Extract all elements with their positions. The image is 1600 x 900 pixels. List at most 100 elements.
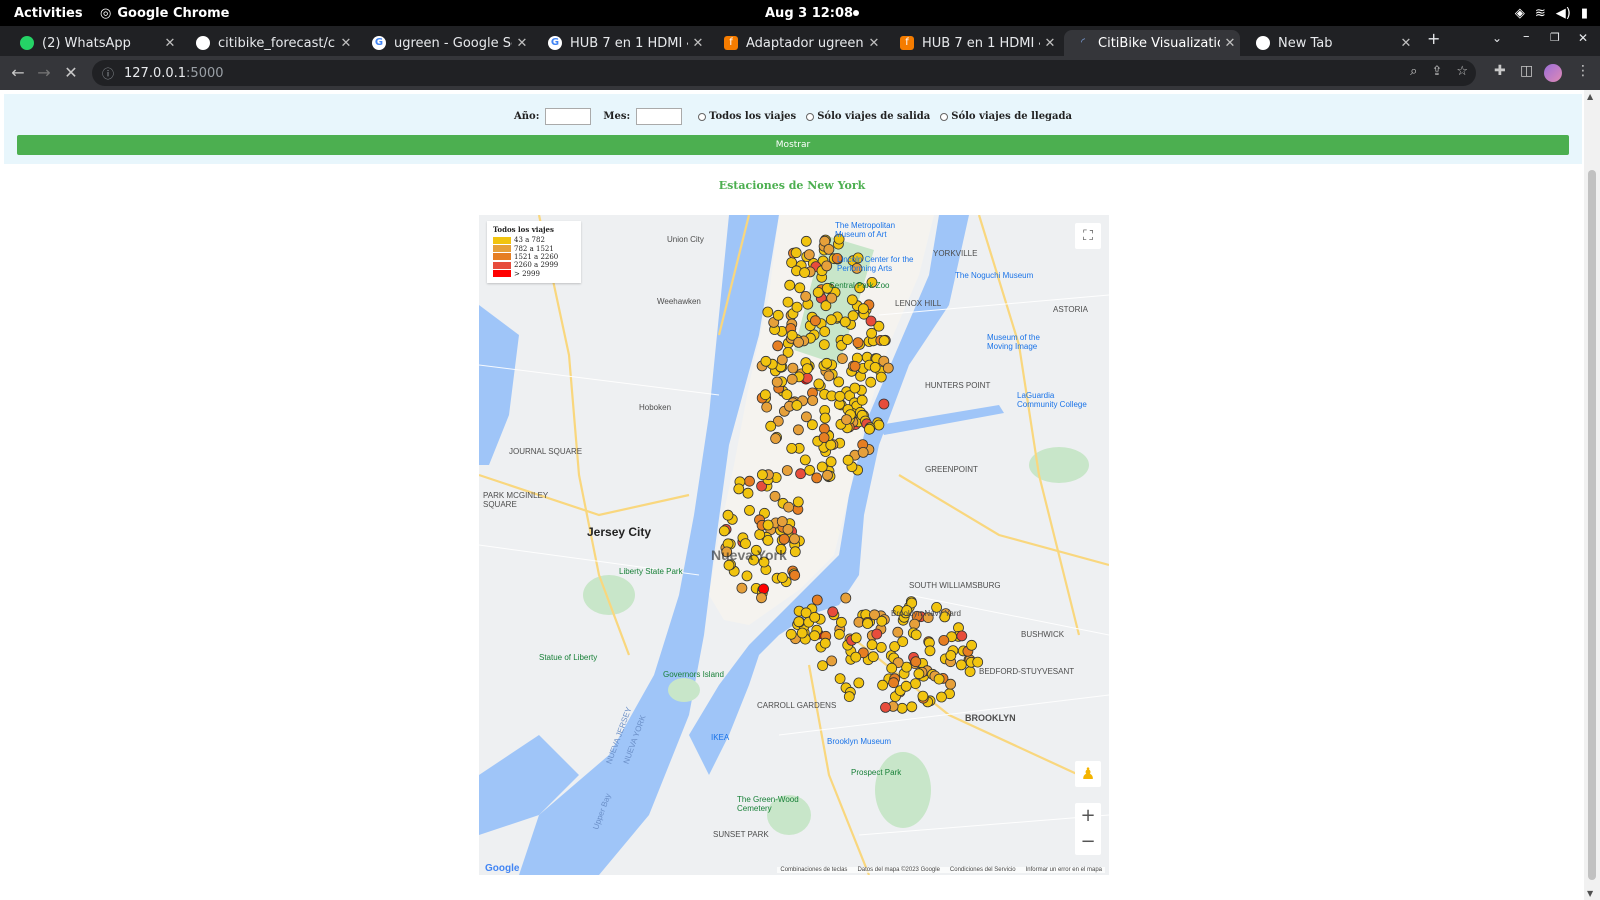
scroll-down-icon[interactable]: ▼: [1587, 889, 1593, 898]
station-marker[interactable]: [866, 639, 878, 651]
station-marker[interactable]: [836, 353, 848, 365]
station-marker[interactable]: [790, 247, 802, 259]
station-marker[interactable]: [956, 630, 968, 642]
station-marker[interactable]: [867, 651, 879, 663]
clock[interactable]: Aug 3 12:08: [765, 6, 853, 21]
station-marker[interactable]: [910, 678, 921, 690]
forward-icon[interactable]: →: [34, 63, 54, 82]
fullscreen-icon[interactable]: ⛶: [1075, 223, 1101, 249]
back-icon[interactable]: ←: [8, 63, 28, 82]
station-marker[interactable]: [800, 291, 812, 302]
station-marker[interactable]: [785, 628, 797, 640]
tab-citibike-visualization[interactable]: ◜ CitiBike Visualization ✕: [1064, 30, 1240, 56]
station-marker[interactable]: [813, 378, 825, 390]
station-marker[interactable]: [852, 337, 864, 348]
station-marker[interactable]: [834, 673, 846, 685]
station-marker[interactable]: [857, 303, 869, 315]
station-marker[interactable]: [809, 630, 821, 642]
tab-whatsapp[interactable]: (2) WhatsApp ✕: [8, 30, 180, 56]
station-marker[interactable]: [862, 618, 874, 629]
site-info-icon[interactable]: ⓘ: [102, 65, 114, 82]
station-marker[interactable]: [801, 363, 813, 375]
station-marker[interactable]: [865, 315, 877, 327]
station-marker[interactable]: [803, 249, 815, 260]
station-marker[interactable]: [794, 282, 806, 294]
station-marker[interactable]: [833, 376, 845, 388]
radio-button[interactable]: [940, 112, 949, 121]
station-marker[interactable]: [782, 296, 794, 308]
station-marker[interactable]: [744, 475, 755, 487]
report-error-link[interactable]: Informar un error en el mapa: [1026, 867, 1102, 873]
address-bar[interactable]: ⓘ 127.0.0.1:5000 ⌕ ⇪ ☆: [92, 60, 1476, 86]
station-marker[interactable]: [776, 572, 788, 583]
station-marker[interactable]: [776, 354, 788, 366]
station-marker[interactable]: [772, 340, 784, 352]
station-marker[interactable]: [871, 628, 883, 640]
radio-incoming-trips[interactable]: Sólo viajes de llegada: [940, 111, 1072, 122]
station-marker[interactable]: [945, 650, 957, 661]
station-marker[interactable]: [817, 660, 829, 672]
station-marker[interactable]: [826, 292, 838, 304]
station-marker[interactable]: [761, 401, 773, 413]
station-marker[interactable]: [892, 626, 904, 638]
station-marker[interactable]: [843, 691, 855, 703]
close-window-icon[interactable]: ✕: [1578, 31, 1588, 45]
station-marker[interactable]: [818, 432, 830, 444]
close-tab-icon[interactable]: ✕: [160, 36, 180, 51]
station-marker[interactable]: [758, 583, 770, 595]
station-marker[interactable]: [796, 627, 808, 639]
show-button[interactable]: Mostrar: [17, 135, 1569, 155]
tab-google-search[interactable]: G ugreen - Google Sear ✕: [360, 30, 532, 56]
station-marker[interactable]: [809, 315, 821, 327]
station-marker[interactable]: [945, 678, 957, 690]
station-marker[interactable]: [762, 306, 774, 318]
station-marker[interactable]: [917, 690, 929, 702]
app-menu[interactable]: ◎ Google Chrome: [100, 6, 229, 21]
station-marker[interactable]: [744, 504, 755, 516]
station-marker[interactable]: [897, 636, 909, 648]
station-marker[interactable]: [762, 519, 774, 531]
station-marker[interactable]: [878, 398, 890, 410]
station-marker[interactable]: [812, 287, 824, 298]
keyboard-shortcuts-link[interactable]: Combinaciones de teclas: [780, 867, 847, 873]
station-marker[interactable]: [804, 464, 816, 476]
battery-icon[interactable]: ▮: [1581, 6, 1588, 21]
station-marker[interactable]: [781, 465, 793, 476]
station-marker[interactable]: [822, 469, 833, 481]
station-marker[interactable]: [841, 334, 853, 345]
station-marker[interactable]: [791, 399, 803, 411]
station-marker[interactable]: [760, 355, 772, 367]
station-marker[interactable]: [875, 371, 887, 383]
station-marker[interactable]: [873, 419, 885, 431]
station-marker[interactable]: [787, 362, 799, 374]
station-marker[interactable]: [906, 701, 918, 713]
station-marker[interactable]: [863, 423, 875, 435]
station-marker[interactable]: [866, 327, 878, 339]
station-marker[interactable]: [846, 294, 858, 306]
station-marker[interactable]: [783, 501, 795, 513]
stations-map[interactable]: Union City Weehawken Hoboken Jersey City…: [479, 215, 1109, 875]
station-marker[interactable]: [771, 376, 783, 388]
station-marker[interactable]: [789, 533, 800, 545]
station-marker[interactable]: [842, 454, 854, 466]
station-marker[interactable]: [878, 335, 890, 346]
station-marker[interactable]: [900, 680, 912, 692]
station-marker[interactable]: [850, 651, 862, 663]
station-marker[interactable]: [910, 629, 922, 641]
tab-hub-2[interactable]: f HUB 7 en 1 HDMI 4k ✕: [888, 30, 1060, 56]
station-marker[interactable]: [966, 639, 978, 651]
station-marker[interactable]: [821, 260, 833, 272]
station-marker[interactable]: [827, 606, 839, 618]
station-marker[interactable]: [765, 420, 777, 432]
station-marker[interactable]: [819, 326, 831, 337]
station-marker[interactable]: [913, 668, 925, 680]
station-marker[interactable]: [823, 370, 835, 382]
station-marker[interactable]: [964, 666, 976, 678]
station-marker[interactable]: [880, 701, 891, 713]
station-marker[interactable]: [741, 570, 753, 582]
terms-link[interactable]: Condiciones del Servicio: [950, 867, 1016, 873]
station-marker[interactable]: [811, 594, 823, 606]
station-marker[interactable]: [762, 534, 774, 546]
close-tab-icon[interactable]: ✕: [688, 36, 708, 51]
stations-layer[interactable]: [479, 215, 1109, 875]
